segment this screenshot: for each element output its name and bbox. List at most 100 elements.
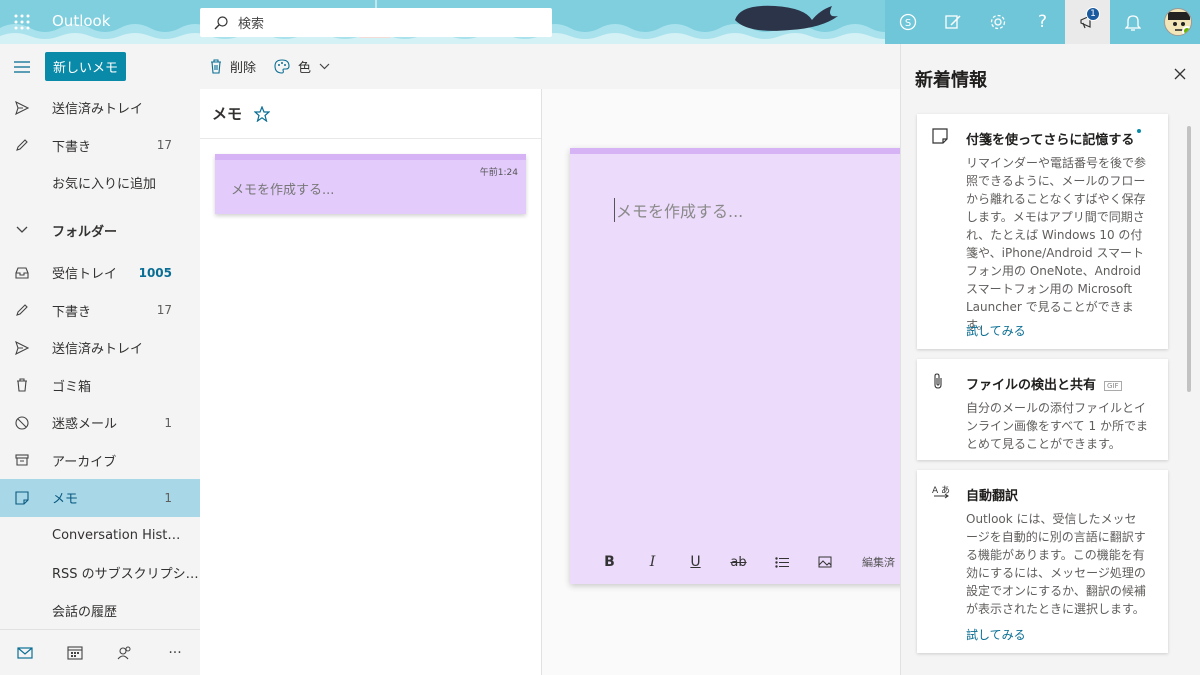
star-icon[interactable] [254, 105, 271, 122]
blocked-icon [15, 416, 29, 430]
sticky-note-icon [932, 128, 948, 144]
try-it-link[interactable]: 試してみる [966, 322, 1026, 339]
skype-button[interactable]: S [885, 0, 930, 44]
underline-button[interactable]: U [674, 554, 717, 570]
mail-module-button[interactable] [0, 646, 50, 659]
avatar [1163, 8, 1192, 36]
folders-header[interactable]: フォルダー [0, 212, 200, 250]
folder-inbox[interactable]: 受信トレイ 1005 [0, 254, 200, 292]
color-button[interactable]: 色 [274, 57, 330, 76]
more-modules-button[interactable]: ··· [150, 645, 200, 661]
notes-list-pane: メモ 午前1:24 メモを作成する... [200, 89, 542, 675]
waffle-icon [14, 14, 30, 30]
strikethrough-button[interactable]: ab [717, 555, 760, 570]
bullet-list-icon [774, 556, 789, 568]
add-favorite-label[interactable]: お気に入りに追加 [52, 173, 156, 192]
fav-drafts[interactable]: 下書き 17 [0, 127, 200, 165]
app-launcher-button[interactable] [0, 0, 44, 44]
update-card-translation: Aあ 自動翻訳 Outlook には、受信したメッセージを自動的に別の言語に翻訳… [917, 470, 1168, 653]
insert-image-button[interactable] [803, 556, 846, 568]
gif-tag: GIF [1104, 380, 1122, 391]
paperclip-icon [934, 373, 942, 389]
header-actions: S ? 1 [885, 0, 1200, 44]
try-it-link[interactable]: 試してみる [966, 626, 1026, 643]
chevron-down-icon [319, 63, 330, 70]
people-module-button[interactable] [100, 646, 150, 660]
gear-icon [990, 14, 1005, 30]
add-favorite-link[interactable]: お気に入りに追加 [0, 164, 200, 202]
folder-rss[interactable]: RSS のサブスクリプシ… [0, 554, 200, 592]
folder-sent-items[interactable]: 送信済みトレイ [0, 329, 200, 367]
unread-count: 1 [164, 490, 172, 505]
folder-archive[interactable]: アーカイブ [0, 442, 200, 480]
search-box[interactable]: 検索 [200, 8, 552, 37]
update-card-body: 自分のメールの添付ファイルとインライン画像をすべて 1 か所でまとめて見ることが… [966, 401, 1148, 451]
close-panel-button[interactable] [1174, 68, 1186, 84]
folders-label: フォルダー [52, 224, 118, 240]
update-card-body: Outlook には、受信したメッセージを自動的に別の言語に翻訳する機能がありま… [966, 512, 1146, 616]
help-button[interactable]: ? [1020, 0, 1065, 44]
chevron-down-icon [16, 226, 28, 234]
nav-item-label: 送信済みトレイ [52, 102, 144, 118]
delete-button[interactable]: 削除 [210, 57, 256, 76]
note-editor[interactable]: メモを作成する... B I U ab 編集済 [570, 148, 900, 584]
trash-icon [17, 378, 27, 392]
folder-deleted[interactable]: ゴミ箱 [0, 367, 200, 405]
folder-notes[interactable]: メモ 1 [0, 479, 200, 517]
update-card-title: ファイルの検出と共有 GIF [966, 374, 1122, 393]
note-editor-pane: メモを作成する... B I U ab 編集済 [542, 89, 900, 675]
app-title[interactable]: Outlook [52, 12, 110, 30]
italic-icon: I [649, 554, 656, 570]
search-input[interactable]: 検索 [238, 13, 264, 32]
account-button[interactable] [1155, 0, 1200, 44]
panel-scrollbar[interactable] [1187, 126, 1191, 392]
panel-title: 新着情報 [915, 70, 987, 91]
whats-new-panel: 新着情報 付箋を使ってさらに記憶する リマインダーや電話番号を後で参照できるよう… [900, 44, 1200, 675]
nav-item-label: 迷惑メール [52, 417, 118, 433]
my-day-button[interactable] [930, 0, 975, 44]
translate-icon: Aあ [932, 485, 950, 499]
send-icon [15, 340, 29, 355]
italic-button[interactable]: I [631, 554, 674, 570]
unread-count: 17 [156, 138, 172, 153]
trash-icon [211, 59, 221, 74]
close-icon [1174, 68, 1186, 80]
folder-junk[interactable]: 迷惑メール 1 [0, 404, 200, 442]
pencil-icon [16, 304, 28, 317]
question-icon: ? [1037, 12, 1048, 32]
nav-item-label: メモ [52, 492, 79, 508]
format-toolbar: B I U ab 編集済 [588, 554, 895, 570]
notifications-button[interactable] [1110, 0, 1155, 44]
whats-new-button[interactable]: 1 [1065, 0, 1110, 44]
calendar-module-button[interactable] [50, 645, 100, 660]
collapse-nav-button[interactable] [0, 45, 44, 89]
nav-item-label: 下書き [52, 304, 92, 320]
bold-button[interactable]: B [588, 554, 631, 570]
folder-conversation-history-ja[interactable]: 会話の履歴 [0, 592, 200, 630]
note-timestamp: 午前1:24 [479, 168, 518, 178]
new-note-button[interactable]: 新しいメモ [45, 52, 127, 81]
nav-item-label: ゴミ箱 [52, 379, 92, 395]
fav-sent-items[interactable]: 送信済みトレイ [0, 89, 200, 127]
search-icon [214, 15, 228, 29]
inbox-icon [15, 267, 29, 279]
people-icon [117, 646, 131, 659]
note-card[interactable]: 午前1:24 メモを作成する... [215, 154, 526, 214]
settings-button[interactable] [975, 0, 1020, 44]
bullet-list-button[interactable] [760, 556, 803, 568]
note-body-input[interactable]: メモを作成する... [614, 198, 743, 222]
mail-icon [17, 646, 33, 659]
underline-icon: U [690, 554, 701, 570]
unread-count: 1 [164, 415, 172, 430]
more-icon: ··· [168, 644, 182, 661]
nav-item-label: 送信済みトレイ [52, 342, 144, 358]
skype-icon: S [899, 13, 916, 31]
notification-badge: 1 [1086, 7, 1100, 21]
notes-list-title: メモ [212, 105, 243, 123]
module-switcher: ··· [0, 629, 200, 675]
notes-list-header: メモ [200, 89, 541, 139]
folder-drafts[interactable]: 下書き 17 [0, 292, 200, 330]
nav-item-label: 会話の履歴 [52, 604, 118, 620]
folder-conversation-history[interactable]: Conversation Hist… [0, 517, 200, 555]
delete-label: 削除 [230, 61, 257, 76]
